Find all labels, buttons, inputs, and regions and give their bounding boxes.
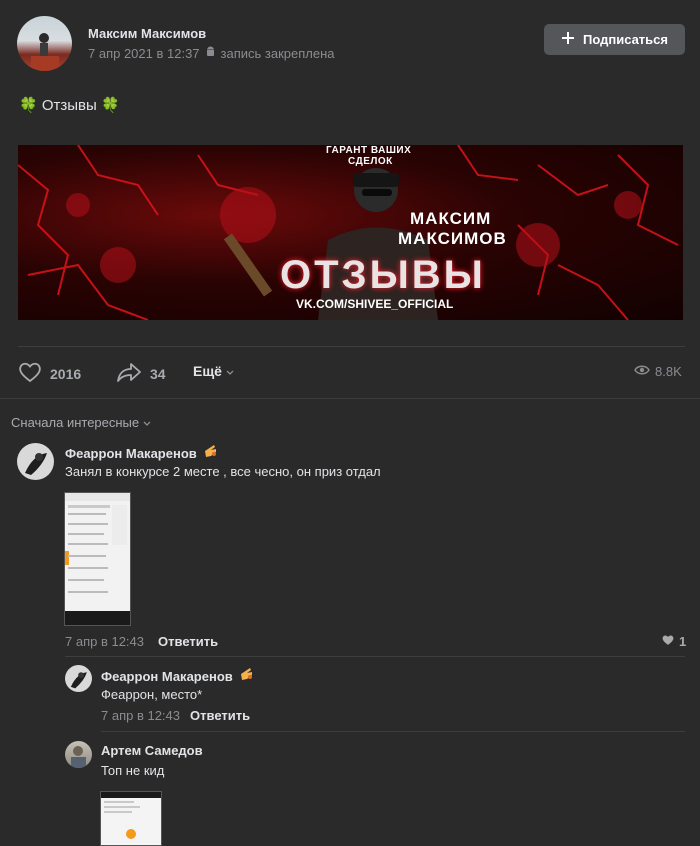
hand-emoji-icon: [202, 443, 218, 464]
reply-divider: [101, 731, 685, 732]
chevron-down-icon: [226, 363, 234, 379]
comment-attachment-image[interactable]: [64, 492, 131, 626]
reply-author-row: Феаррон Макаренов: [101, 666, 254, 687]
banner-big-title: ОТЗЫВЫ: [280, 253, 486, 297]
pinned-label: запись закреплена: [220, 46, 335, 61]
post-meta: 7 апр 2021 в 12:37 запись закреплена: [88, 46, 335, 61]
post-author-name[interactable]: Максим Максимов: [88, 26, 206, 41]
reply-text: Топ не кид: [101, 763, 165, 778]
heart-icon: [18, 361, 42, 386]
views-counter: 8.8K: [634, 364, 682, 379]
share-button[interactable]: 34: [116, 361, 166, 386]
comment-like-count: 1: [679, 634, 687, 649]
banner-url: VK.COM/SHIVEE_OFFICIAL: [296, 297, 454, 311]
reply-button[interactable]: Ответить: [190, 708, 250, 723]
reply-date[interactable]: 7 апр в 12:43: [101, 708, 180, 723]
comment-author[interactable]: Феаррон Макаренов: [65, 446, 197, 461]
more-label: Ещё: [193, 363, 222, 379]
chevron-down-icon: [143, 415, 151, 430]
reply-button[interactable]: Ответить: [158, 634, 218, 649]
post-text: 🍀 Отзывы 🍀: [19, 97, 120, 114]
share-icon: [116, 361, 142, 386]
more-button[interactable]: Ещё: [193, 363, 234, 379]
comment-divider: [65, 656, 685, 657]
comments-sort-dropdown[interactable]: Сначала интересные: [11, 415, 151, 430]
like-count: 2016: [50, 365, 82, 382]
banner-name-line1: МАКСИМ: [410, 209, 492, 228]
commenter-avatar[interactable]: [17, 443, 54, 480]
reply-attachment-image[interactable]: [100, 791, 162, 846]
hand-emoji-icon: [238, 666, 254, 687]
banner-top-line1: ГАРАНТ ВАШИХ: [326, 145, 412, 156]
heart-icon: [661, 634, 675, 649]
comment-text: Занял в конкурсе 2 месте , все чесно, он…: [65, 464, 381, 479]
reply-avatar[interactable]: [65, 665, 92, 692]
section-divider: [0, 398, 700, 399]
comment-author-row: Феаррон Макаренов: [65, 443, 218, 464]
reply-author[interactable]: Феаррон Макаренов: [101, 669, 233, 684]
banner-top-line2: СДЕЛОК: [348, 156, 393, 167]
reply-avatar[interactable]: [65, 741, 92, 768]
eye-icon: [634, 364, 650, 379]
comment-date[interactable]: 7 апр в 12:43: [65, 634, 144, 649]
banner-name-line2: МАКСИМОВ: [398, 229, 507, 248]
reply-footer: 7 апр в 12:43 Ответить: [101, 708, 250, 723]
android-icon: [205, 46, 216, 61]
reply-author[interactable]: Артем Самедов: [101, 743, 203, 758]
subscribe-label: Подписаться: [582, 32, 668, 47]
comment-like-button[interactable]: 1: [661, 634, 686, 649]
post-date[interactable]: 7 апр 2021 в 12:37: [88, 46, 200, 61]
divider: [18, 346, 685, 347]
share-count: 34: [150, 365, 166, 382]
sort-label: Сначала интересные: [11, 415, 140, 430]
subscribe-button[interactable]: Подписаться: [544, 24, 685, 55]
comment-footer: 7 апр в 12:43 Ответить: [65, 634, 218, 649]
like-button[interactable]: 2016: [18, 361, 81, 386]
views-count: 8.8K: [655, 364, 682, 379]
post-banner-image[interactable]: ГАРАНТ ВАШИХ СДЕЛОК МАКСИМ МАКСИМОВ ОТЗЫ…: [18, 145, 683, 320]
plus-icon: [561, 31, 575, 48]
reply-text: Феаррон, место*: [101, 687, 203, 702]
author-avatar[interactable]: [17, 16, 72, 71]
